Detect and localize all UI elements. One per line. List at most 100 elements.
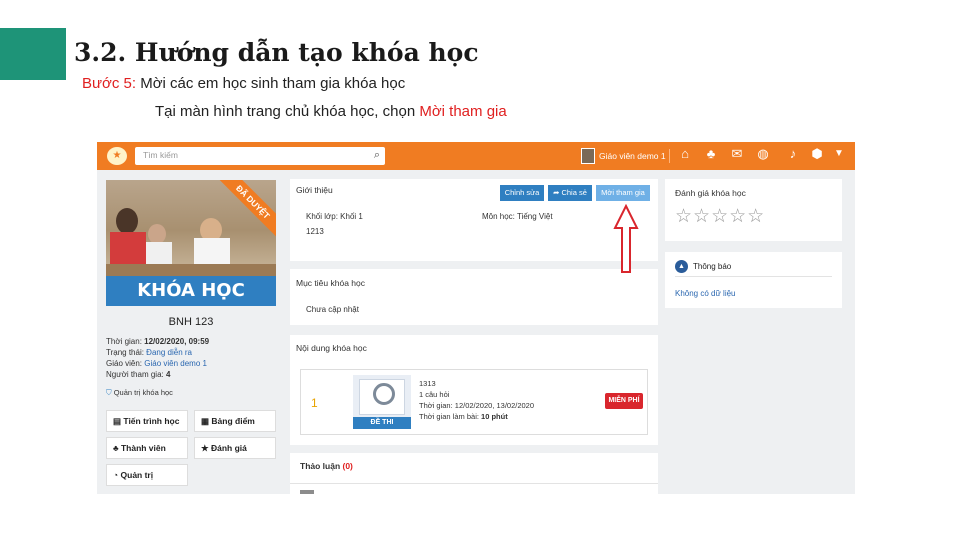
status-label: Trạng thái:: [106, 348, 147, 357]
goal-text: Chưa cập nhật: [306, 305, 359, 314]
teacher-value[interactable]: Giáo viên demo 1: [144, 359, 207, 368]
subject-label: Môn học:: [482, 212, 517, 221]
star-rating[interactable]: ☆☆☆☆☆: [675, 205, 765, 228]
discussion-label: Thảo luận: [300, 461, 343, 471]
goal-title: Mục tiêu khóa học: [296, 278, 365, 288]
goal-card: Mục tiêu khóa học Chưa cập nhật: [290, 269, 658, 325]
chat-icon[interactable]: ✉: [729, 146, 745, 162]
app-screenshot: ★ Tìm kiếm ⌕ Giáo viên demo 1 ⌂ ♣ ✉ ◍ ♪ …: [97, 142, 855, 494]
progress-button[interactable]: ▤ Tiến trình học: [106, 410, 188, 432]
user-menu[interactable]: Giáo viên demo 1: [581, 146, 666, 166]
admin-label: Quản trị: [120, 470, 154, 480]
course-teacher: Giáo viên: Giáo viên demo 1: [106, 359, 207, 368]
exam-label: ĐỀ THI: [353, 417, 411, 429]
time-value: 12/02/2020, 09:59: [144, 337, 210, 346]
up-arrow-icon: [613, 204, 639, 273]
divider: [675, 276, 832, 277]
share-icon: ➦: [553, 188, 560, 197]
lesson-time-value: 12/02/2020, 13/02/2020: [454, 401, 535, 410]
step-text: Mời các em học sinh tham gia khóa học: [136, 75, 406, 92]
notice-title: Thông báo: [693, 262, 732, 271]
course-banner: KHÓA HỌC: [106, 276, 276, 306]
app-logo[interactable]: ★: [107, 147, 127, 165]
lesson-duration-label: Thời gian làm bài:: [419, 412, 482, 421]
members-button[interactable]: ♣ Thành viên: [106, 437, 188, 459]
notice-card: ▲ Thông báo Không có dữ liệu: [665, 252, 842, 308]
notice-header: ▲ Thông báo: [675, 260, 731, 273]
grade-label: Khối lớp:: [306, 212, 341, 221]
nav-divider: [669, 149, 670, 163]
grade-field: Khối lớp: Khối 1: [306, 212, 363, 221]
cube-icon[interactable]: ⬢: [809, 146, 825, 162]
search-input[interactable]: Tìm kiếm: [143, 150, 178, 160]
course-status: Trạng thái: Đang diễn ra: [106, 348, 192, 357]
slide-title: 3.2. Hướng dẫn tạo khóa học: [74, 38, 479, 67]
content-title: Nội dung khóa học: [296, 343, 367, 353]
gradebook-label: Bảng điểm: [211, 416, 255, 426]
progress-label: Tiến trình học: [123, 416, 180, 426]
lesson-questions: 1 câu hỏi: [419, 390, 450, 399]
search-box[interactable]: Tìm kiếm ⌕: [135, 147, 385, 165]
free-badge[interactable]: MIỄN PHÍ: [605, 393, 643, 409]
intro-title: Giới thiệu: [296, 185, 333, 195]
step-label: Bước 5:: [82, 75, 137, 92]
grade-value: Khối 1: [340, 212, 363, 221]
lesson-index: 1: [311, 396, 318, 410]
teacher-label: Giáo viên:: [106, 359, 145, 368]
subject-value: Tiếng Việt: [516, 212, 553, 221]
user-name: Giáo viên demo 1: [599, 151, 666, 161]
share-label: Chia sẻ: [561, 188, 587, 197]
shield-icon: ⛉: [106, 388, 112, 397]
magnifier-graphic: [373, 383, 395, 405]
course-participants: Người tham gia: 4: [106, 370, 170, 379]
groups-icon[interactable]: ♣: [703, 146, 719, 161]
divider: [290, 483, 658, 484]
review-button[interactable]: ★ Đánh giá: [194, 437, 276, 459]
edit-button[interactable]: Chỉnh sửa: [500, 185, 544, 201]
home-icon[interactable]: ⌂: [677, 146, 693, 161]
student-figure: [148, 224, 166, 244]
course-name: BNH 123: [168, 316, 214, 328]
discussion-card: Thảo luận (0): [290, 453, 658, 494]
star-icon: ★: [201, 443, 209, 453]
manage-course-label: Quản trị khóa học: [113, 388, 173, 397]
avatar: [300, 490, 314, 494]
lesson-item[interactable]: 1 ĐỀ THI 1313 1 câu hỏi Thời gian: 12/02…: [300, 369, 648, 435]
notice-text: Không có dữ liệu: [675, 289, 736, 298]
student-figure: [116, 208, 138, 234]
dashboard-icon: ◔: [113, 470, 119, 480]
subject-field: Môn học: Tiếng Việt: [482, 212, 553, 221]
lesson-duration-value: 10 phút: [481, 412, 508, 421]
step-instruction: Bước 5: Mời các em học sinh tham gia khó…: [82, 75, 405, 92]
lesson-thumbnail: ĐỀ THI: [353, 375, 411, 429]
gradebook-button[interactable]: ▦ Bảng điểm: [194, 410, 276, 432]
sub-instruction: Tại màn hình trang chủ khóa học, chọn Mờ…: [155, 103, 507, 120]
lesson-name: 1313: [419, 379, 436, 388]
caret-down-icon[interactable]: ▼: [831, 148, 847, 159]
rating-title: Đánh giá khóa học: [675, 188, 746, 198]
course-time: Thời gian: 12/02/2020, 09:59: [106, 337, 209, 346]
members-label: Thành viên: [120, 443, 166, 453]
share-button[interactable]: ➦ Chia sẻ: [548, 185, 592, 201]
sub-text: Tại màn hình trang chủ khóa học, chọn: [155, 103, 420, 120]
discussion-count: (0): [342, 461, 353, 471]
lesson-time: Thời gian: 12/02/2020, 13/02/2020: [419, 401, 534, 410]
lesson-duration: Thời gian làm bài: 10 phút: [419, 412, 508, 421]
admin-button[interactable]: ◔ Quản trị: [106, 464, 188, 486]
sub-highlight: Mời tham gia: [419, 103, 507, 120]
globe-icon[interactable]: ◍: [755, 146, 771, 162]
course-cover-image: ĐÃ DUYỆT KHÓA HỌC: [106, 180, 276, 306]
chart-icon: ▤: [113, 416, 122, 426]
manage-course-link[interactable]: ⛉ Quản trị khóa học: [106, 388, 173, 398]
intro-card: Giới thiệu Chỉnh sửa ➦ Chia sẻ Mời tham …: [290, 179, 658, 261]
approved-ribbon: ĐÃ DUYỆT: [215, 180, 276, 240]
search-icon[interactable]: ⌕: [374, 149, 380, 162]
bell-icon[interactable]: ♪: [785, 146, 801, 161]
review-label: Đánh giá: [211, 443, 247, 453]
invite-button[interactable]: Mời tham gia: [596, 185, 650, 201]
top-navbar: ★ Tìm kiếm ⌕ Giáo viên demo 1 ⌂ ♣ ✉ ◍ ♪ …: [97, 142, 855, 170]
discussion-title: Thảo luận (0): [300, 461, 353, 471]
desk: [106, 264, 276, 276]
lesson-time-label: Thời gian:: [419, 401, 455, 410]
avatar: [581, 148, 595, 164]
